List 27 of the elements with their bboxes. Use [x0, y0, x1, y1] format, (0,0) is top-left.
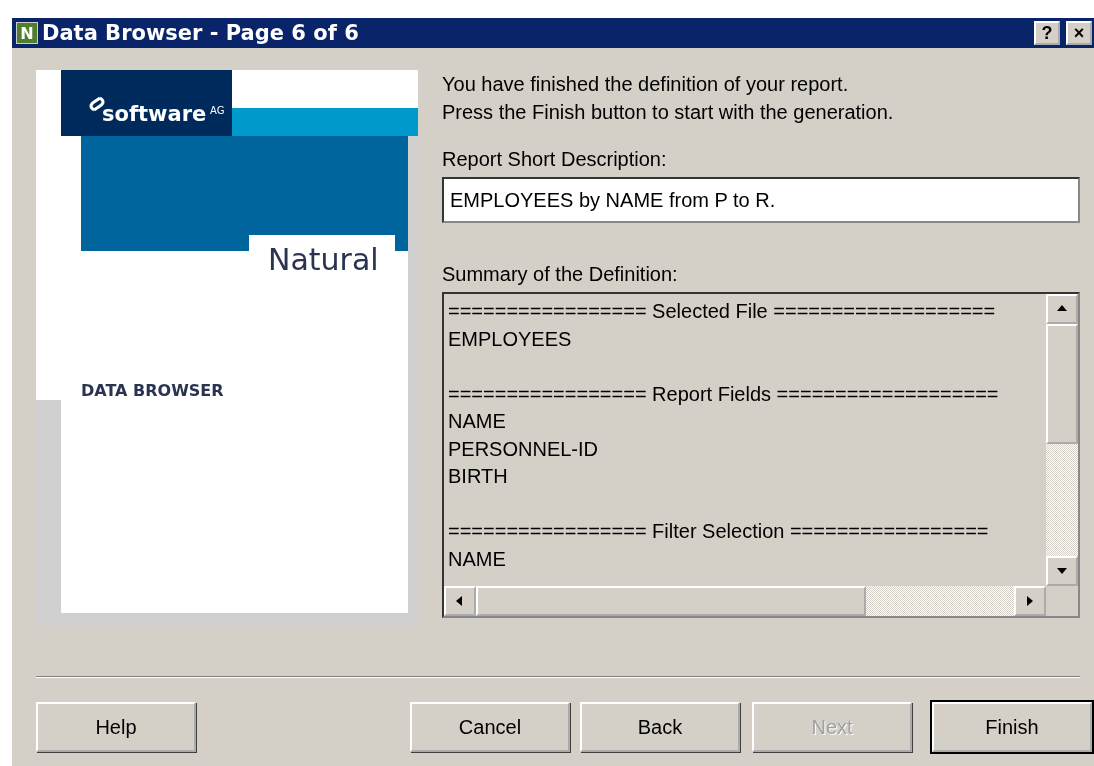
window-title: Data Browser - Page 6 of 6 — [42, 21, 360, 45]
brand-suffix: AG — [210, 105, 225, 116]
dialog-button[interactable]: Finish — [932, 702, 1092, 752]
product-name: Natural — [268, 242, 379, 277]
help-button[interactable]: ? — [1034, 21, 1060, 45]
dialog-button[interactable]: Back — [580, 702, 740, 752]
summary-heading: ================= Selected File =================== — [448, 299, 997, 324]
summary-heading: ================= Filter Selection ================= — [448, 519, 990, 544]
close-button[interactable]: × — [1066, 21, 1092, 45]
app-icon: N — [16, 22, 38, 44]
dialog-button[interactable]: Cancel — [410, 702, 570, 752]
banner-caption: DATA BROWSER — [81, 381, 224, 400]
dialog-button[interactable]: Help — [36, 702, 196, 752]
summary-line: PERSONNEL-ID — [448, 436, 600, 462]
vertical-scrollbar[interactable] — [1046, 294, 1078, 586]
description-field[interactable]: EMPLOYEES by NAME from P to R. — [442, 177, 1080, 223]
summary-line: NAME — [448, 546, 507, 572]
summary-heading: ================= Report Fields =================== — [448, 381, 1000, 407]
summary-label: Summary of the Definition: — [442, 263, 679, 286]
horizontal-scrollbar[interactable] — [444, 586, 1046, 616]
brand-text: software — [102, 102, 207, 126]
description-label: Report Short Description: — [442, 148, 668, 171]
intro-text: You have finished the definition of your report. — [442, 72, 850, 97]
summary-line: BIRTH — [448, 464, 509, 489]
intro-text: Press the Finish button to start with the generation. — [442, 100, 895, 125]
summary-line: NAME — [448, 409, 507, 434]
summary-line: EMPLOYEES — [448, 326, 573, 352]
